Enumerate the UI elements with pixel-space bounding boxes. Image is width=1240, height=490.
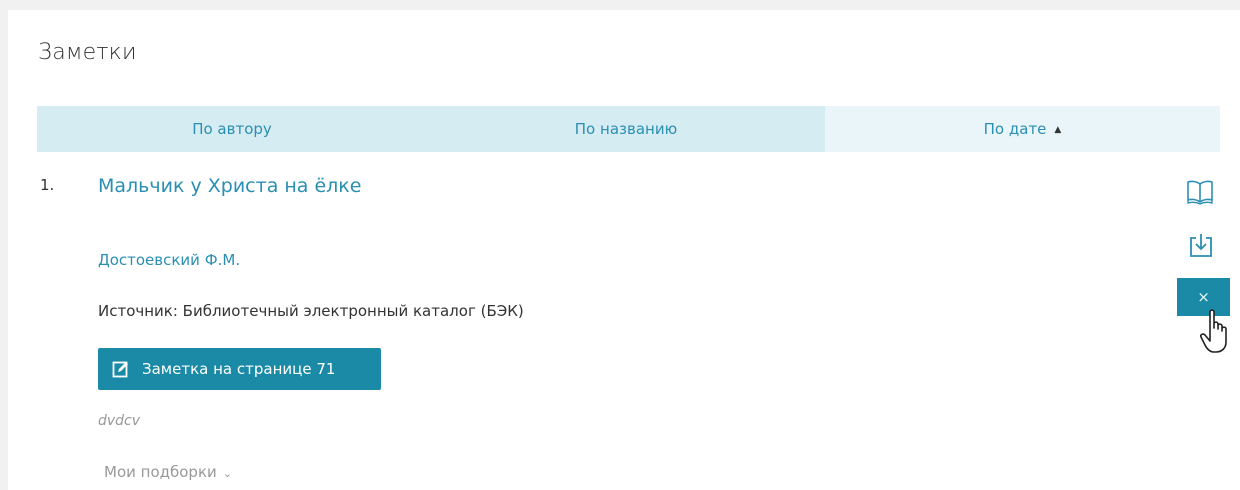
note-page-button[interactable]: Заметка на странице 71 xyxy=(98,348,381,390)
sort-caret-up-icon: ▲ xyxy=(1054,125,1062,135)
sort-by-date[interactable]: По дате ▲ xyxy=(825,106,1220,152)
page-title: Заметки xyxy=(38,40,137,65)
edit-note-icon xyxy=(112,361,128,378)
chevron-down-icon: ⌄ xyxy=(222,467,232,480)
notes-panel: Заметки По автору По названию По дате ▲ 1… xyxy=(8,10,1240,490)
book-title-link[interactable]: Мальчик у Христа на ёлке xyxy=(98,175,361,197)
sort-by-date-label: По дате xyxy=(983,120,1047,138)
delete-note-button[interactable]: × xyxy=(1177,278,1230,316)
sort-bar: По автору По названию По дате ▲ xyxy=(37,106,1220,152)
sort-by-title[interactable]: По названию xyxy=(427,106,825,152)
my-collections-dropdown[interactable]: Мои подборки ⌄ xyxy=(104,463,232,481)
item-number: 1. xyxy=(40,176,55,194)
download-icon[interactable] xyxy=(1188,232,1214,260)
note-text: dvdcv xyxy=(98,413,141,429)
open-book-icon[interactable] xyxy=(1185,178,1215,206)
my-collections-label: Мои подборки xyxy=(104,463,217,481)
sort-by-author[interactable]: По автору xyxy=(37,106,427,152)
author-link[interactable]: Достоевский Ф.М. xyxy=(98,251,240,269)
source-text: Источник: Библиотечный электронный катал… xyxy=(98,302,524,320)
note-page-button-label: Заметка на странице 71 xyxy=(142,360,336,378)
